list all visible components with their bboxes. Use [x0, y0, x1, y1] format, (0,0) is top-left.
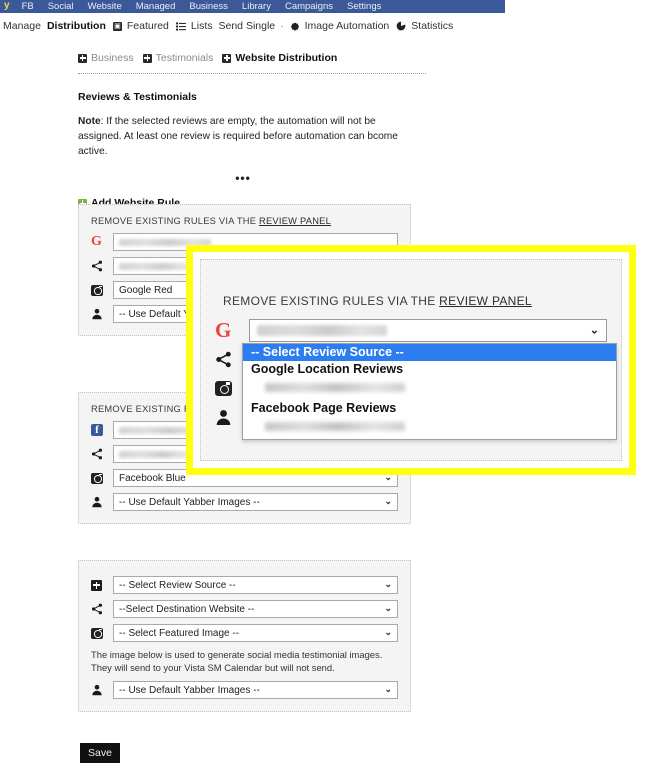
- destination-website-value: --Select Destination Website --: [119, 603, 255, 615]
- camera-icon: [91, 627, 113, 639]
- section-title: Reviews & Testimonials: [78, 91, 197, 103]
- chevron-down-icon: ⌄: [384, 495, 392, 506]
- destination-website-select[interactable]: --Select Destination Website -- ⌄: [113, 600, 398, 618]
- dropdown-option-placeholder[interactable]: -- Select Review Source --: [243, 344, 616, 361]
- remove-rules-label: REMOVE EXISTING RULES VIA THE REVIEW PAN…: [91, 216, 398, 226]
- person-icon: [91, 308, 113, 320]
- highlight-callout: REMOVE EXISTING RULES VIA THE REVIEW PAN…: [186, 245, 636, 475]
- list-icon: [175, 21, 186, 31]
- subnav-item-featured[interactable]: Featured: [124, 20, 172, 32]
- chevron-down-icon: ⌄: [384, 626, 392, 637]
- pie-chart-icon: [396, 21, 406, 31]
- featured-image-value: Google Red: [119, 284, 173, 296]
- rule-row-featured-image: -- Select Featured Image -- ⌄: [91, 624, 398, 642]
- top-navigation-bar: y FB Social Website Managed Business Lib…: [0, 0, 505, 13]
- subnav-item-manage[interactable]: Manage: [0, 20, 44, 32]
- callout-card: REMOVE EXISTING RULES VIA THE REVIEW PAN…: [200, 259, 622, 461]
- rule-row-destination: --Select Destination Website -- ⌄: [91, 600, 398, 618]
- dropdown-option-facebook-page-reviews[interactable]: Facebook Page Reviews: [243, 400, 616, 417]
- featured-image-select[interactable]: -- Select Featured Image -- ⌄: [113, 624, 398, 642]
- topnav-item-social[interactable]: Social: [41, 2, 81, 12]
- share-icon: [91, 603, 113, 615]
- featured-image-value: Facebook Blue: [119, 472, 186, 484]
- share-icon: [91, 448, 113, 460]
- page-content: Business Testimonials Website Distributi…: [78, 52, 428, 209]
- yabber-images-value: -- Use Default Yabber Images --: [119, 684, 260, 696]
- tab-testimonials[interactable]: Testimonials: [142, 52, 214, 64]
- review-source-value: -- Select Review Source --: [119, 579, 236, 591]
- rule-row-yabber-images: -- Use Default Yabber Images -- ⌄: [91, 493, 398, 511]
- topnav-item-managed[interactable]: Managed: [129, 2, 183, 12]
- camera-icon: [91, 284, 113, 296]
- redacted-value: [257, 325, 387, 336]
- tab-testimonials-label: Testimonials: [155, 52, 214, 64]
- person-icon: [91, 496, 113, 508]
- topnav-item-business[interactable]: Business: [182, 2, 235, 12]
- brand-logo[interactable]: y: [0, 0, 15, 11]
- review-source-select[interactable]: -- Select Review Source -- ⌄: [113, 576, 398, 594]
- subnav-item-send-single[interactable]: Send Single: [216, 20, 279, 32]
- yabber-images-value: -- Use Default Yabber Images --: [119, 496, 260, 508]
- website-rule-card-new: -- Select Review Source -- ⌄ --Select De…: [78, 560, 411, 713]
- note-body: : If the selected reviews are empty, the…: [78, 116, 398, 157]
- rule-row-yabber-images: -- Use Default Yabber Images -- ⌄: [91, 681, 398, 700]
- chevron-down-icon: ⌄: [384, 602, 392, 613]
- tab-bar: Business Testimonials Website Distributi…: [78, 52, 428, 64]
- featured-image-value: -- Select Featured Image --: [119, 627, 240, 639]
- save-button[interactable]: Save: [80, 743, 120, 763]
- google-g-icon: G: [91, 234, 102, 249]
- tab-business[interactable]: Business: [78, 52, 134, 64]
- share-icon: [91, 260, 113, 272]
- note-label: Note: [78, 116, 101, 127]
- dropdown-option-google-redacted[interactable]: [243, 378, 616, 400]
- subnav-item-lists[interactable]: Lists: [188, 20, 216, 32]
- dropdown-option-google-location-reviews[interactable]: Google Location Reviews: [243, 361, 616, 378]
- plus-square-icon: [142, 53, 152, 63]
- dropdown-option-facebook-redacted[interactable]: [243, 417, 616, 439]
- chevron-down-icon: ⌄: [589, 323, 599, 336]
- chevron-down-icon: ⌄: [384, 684, 392, 695]
- yabber-images-select[interactable]: -- Use Default Yabber Images -- ⌄: [113, 681, 398, 700]
- callout-row-source: G ⌄: [215, 316, 607, 345]
- camera-icon: [91, 472, 113, 484]
- tab-website-distribution[interactable]: Website Distribution: [222, 52, 337, 64]
- remove-rules-text: REMOVE EXISTING RULES VIA THE: [91, 216, 259, 226]
- divider: [78, 73, 426, 74]
- secondary-navigation: Manage Distribution ▣ Featured Lists Sen…: [0, 18, 670, 34]
- subnav-separator: ·: [280, 20, 284, 32]
- subnav-item-distribution[interactable]: Distribution: [44, 20, 109, 32]
- facebook-icon: f: [91, 424, 113, 436]
- review-panel-link[interactable]: REVIEW PANEL: [259, 216, 331, 226]
- topnav-item-fb[interactable]: FB: [15, 2, 41, 12]
- google-g-icon: G: [215, 318, 232, 342]
- topnav-item-website[interactable]: Website: [81, 2, 129, 12]
- plus-icon: [91, 579, 113, 591]
- review-source-dropdown[interactable]: -- Select Review Source -- Google Locati…: [242, 343, 617, 440]
- rule-row-source: -- Select Review Source -- ⌄: [91, 576, 398, 594]
- subnav-item-image-automation[interactable]: Image Automation: [302, 20, 393, 32]
- topnav-item-settings[interactable]: Settings: [340, 2, 388, 12]
- callout-review-source-select[interactable]: ⌄: [249, 319, 607, 342]
- subnav-item-statistics[interactable]: Statistics: [408, 20, 456, 32]
- tab-business-label: Business: [91, 52, 134, 64]
- callout-review-panel-link[interactable]: REVIEW PANEL: [439, 294, 532, 308]
- callout-remove-rules-label: REMOVE EXISTING RULES VIA THE REVIEW PAN…: [223, 294, 532, 308]
- gear-icon: [290, 21, 300, 31]
- plus-square-icon: [222, 53, 232, 63]
- tab-website-distribution-label: Website Distribution: [235, 52, 338, 64]
- callout-remove-rules-text: REMOVE EXISTING RULES VIA THE: [223, 294, 440, 308]
- featured-image-helper-text: The image below is used to generate soci…: [91, 649, 383, 674]
- person-icon: [91, 684, 113, 696]
- topnav-item-library[interactable]: Library: [235, 2, 278, 12]
- plus-square-icon: [78, 53, 87, 63]
- note-text: Note: If the selected reviews are empty,…: [78, 115, 408, 159]
- yabber-images-select[interactable]: -- Use Default Yabber Images -- ⌄: [113, 493, 398, 511]
- topnav-item-campaigns[interactable]: Campaigns: [278, 2, 340, 12]
- chevron-down-icon: ⌄: [384, 578, 392, 589]
- image-square-icon: ▣: [112, 21, 122, 31]
- ellipsis-indicator: •••: [235, 171, 251, 186]
